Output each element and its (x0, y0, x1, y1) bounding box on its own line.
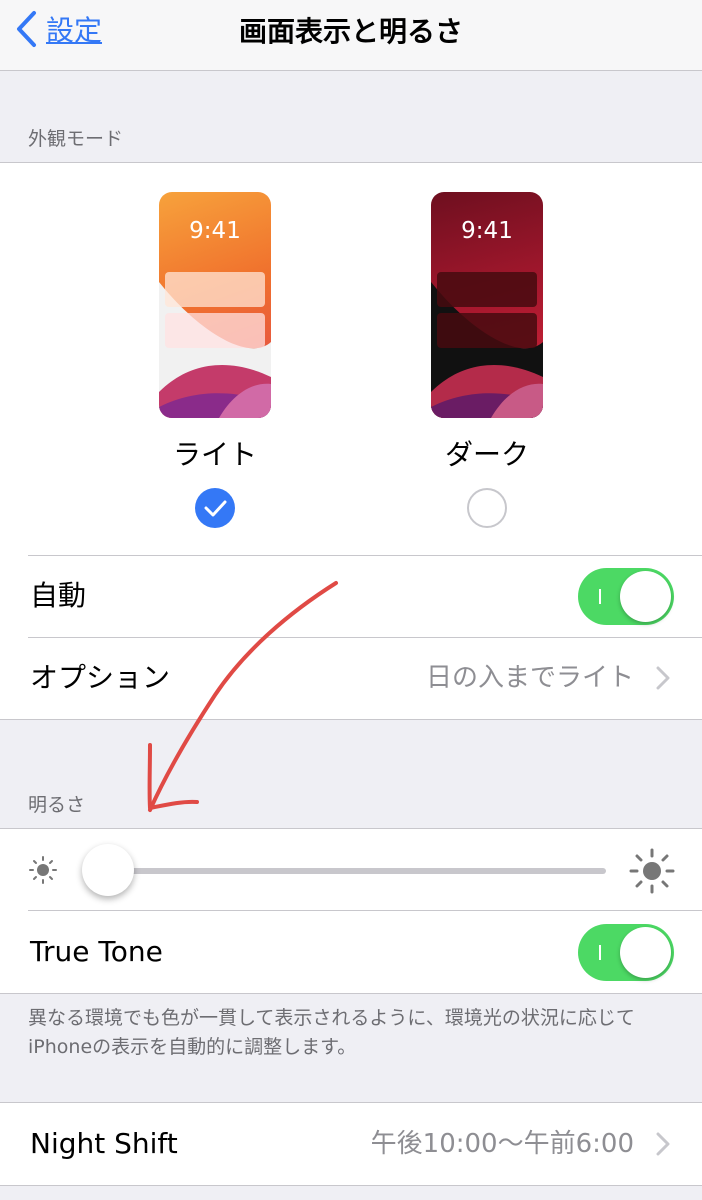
true-tone-footer: 異なる環境でも色が一貫して表示されるように、環境光の状況に応じてiPhoneの表… (28, 1007, 635, 1058)
auto-label: 自動 (30, 579, 87, 612)
light-mode-label[interactable]: ライト (145, 433, 285, 473)
true-tone-label: True Tone (30, 935, 163, 968)
chevron-right-icon (656, 1132, 670, 1156)
checkmark-icon (204, 500, 227, 517)
true-tone-toggle[interactable] (578, 924, 674, 981)
appearance-options-group: 自動 オプション 日の入までライト (0, 555, 702, 720)
chevron-right-icon (656, 666, 670, 690)
dark-mode-label[interactable]: ダーク (417, 433, 557, 473)
light-mode-radio[interactable] (195, 488, 235, 528)
dark-mode-radio[interactable] (467, 488, 507, 528)
appearance-group: 9:41 9:41 ライト ダーク (0, 162, 702, 557)
navigation-bar: 設定 画面表示と明るさ (0, 0, 702, 71)
true-tone-row: True Tone (0, 911, 702, 993)
brightness-slider-knob[interactable] (82, 844, 134, 896)
appearance-section-header: 外観モード (28, 128, 124, 150)
night-shift-label: Night Shift (30, 1127, 178, 1160)
auto-row: 自動 (0, 555, 702, 637)
dark-preview-time: 9:41 (461, 218, 513, 244)
light-preview-card (165, 313, 265, 348)
sun-small-icon (29, 856, 57, 884)
toggle-knob (620, 571, 671, 622)
light-mode-preview[interactable]: 9:41 (159, 192, 271, 418)
night-shift-row[interactable]: Night Shift 午後10:00〜午前6:00 (0, 1103, 702, 1185)
brightness-group: True Tone (0, 828, 702, 994)
options-label: オプション (30, 661, 171, 694)
page-title: 画面表示と明るさ (238, 15, 463, 48)
sun-large-icon (629, 848, 675, 894)
dark-preview-card (437, 313, 537, 348)
dark-preview-card (437, 272, 537, 307)
night-shift-value: 午後10:00〜午前6:00 (370, 1129, 634, 1159)
brightness-slider-row (0, 829, 702, 911)
options-row[interactable]: オプション 日の入までライト (0, 637, 702, 719)
brightness-section-header: 明るさ (28, 794, 86, 816)
light-preview-card (165, 272, 265, 307)
brightness-slider[interactable] (108, 868, 606, 874)
light-preview-time: 9:41 (189, 218, 241, 244)
dark-mode-preview[interactable]: 9:41 (431, 192, 543, 418)
annotation-arrow-head (147, 743, 199, 810)
toggle-knob (620, 927, 671, 978)
options-value: 日の入までライト (425, 663, 634, 693)
auto-toggle[interactable] (578, 568, 674, 625)
toggle-on-indicator (599, 589, 601, 604)
night-shift-group: Night Shift 午後10:00〜午前6:00 (0, 1102, 702, 1186)
toggle-on-indicator (599, 945, 601, 960)
